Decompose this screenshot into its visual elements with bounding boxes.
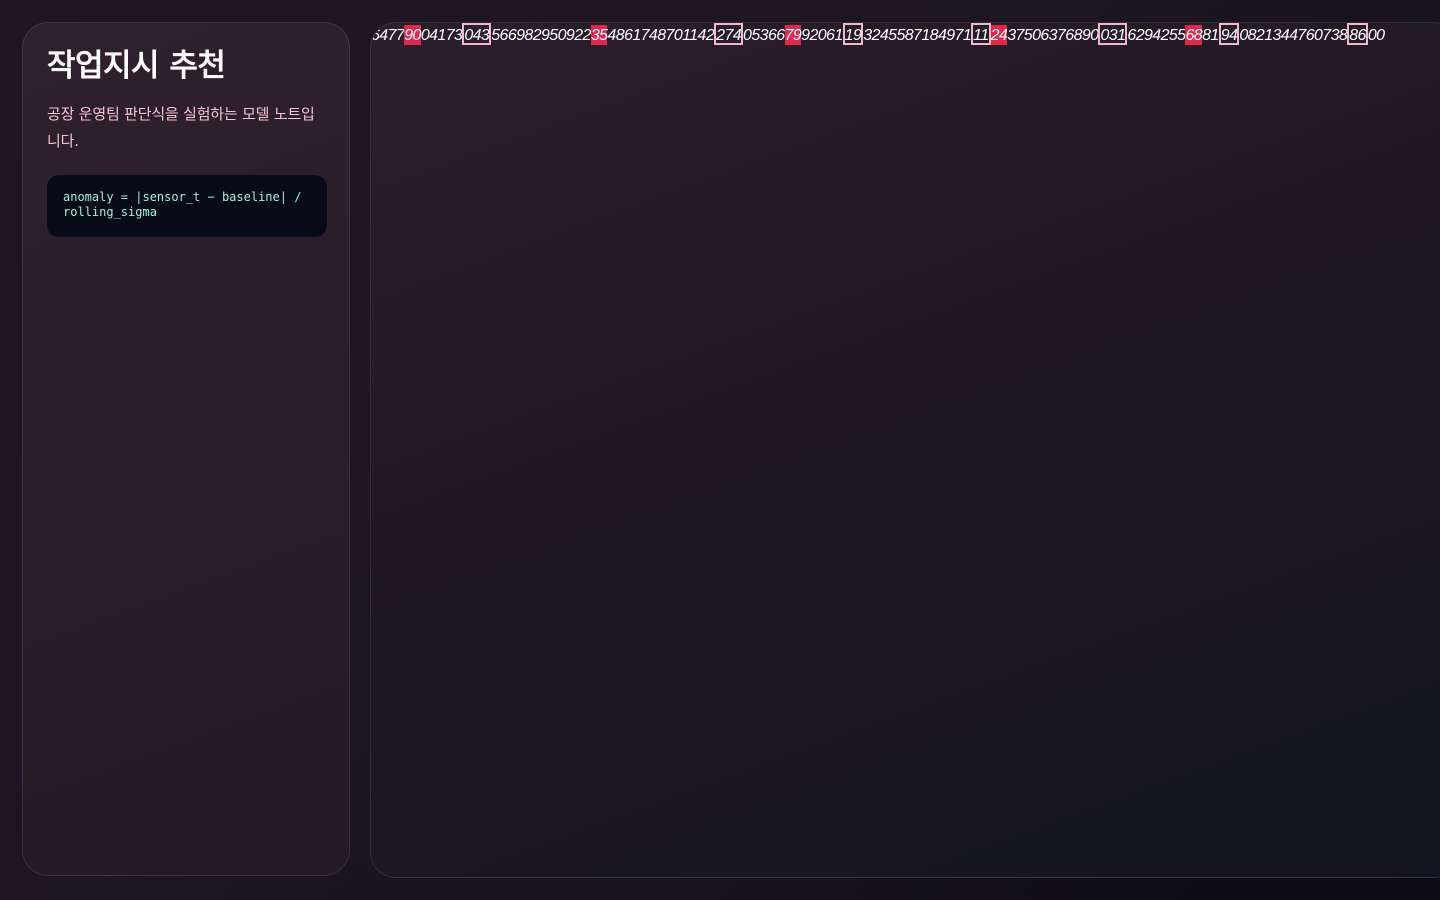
digit-highlight-red: 79 (784, 25, 802, 45)
digit-run: 92061 (801, 27, 843, 44)
digit-run: 3245587184971 (863, 27, 972, 44)
digit-run: 04173 (420, 27, 463, 44)
digit-highlight-box: 86 (1347, 23, 1368, 45)
digit-run: 37506376890 (1007, 27, 1099, 44)
digit-run: 4861748701142 (607, 27, 715, 44)
page-title: 작업지시 추천 (47, 48, 226, 84)
page-description: 공장 운영팀 판단식을 실험하는 모델 노트입니다. (47, 105, 315, 150)
sidebar-panel: 작업지시 추천 공장 운영팀 판단식을 실험하는 모델 노트입니다. anoma… (22, 22, 350, 876)
digit-run: 00 (1367, 27, 1385, 44)
digit-highlight-red: 35 (590, 25, 608, 45)
digit-run: 05366 (743, 27, 785, 44)
digit-highlight-box: 94 (1218, 23, 1240, 45)
digit-run: 6294255 (1127, 27, 1186, 44)
formula-code-block: anomaly = |sensor_t − baseline| / rollin… (47, 175, 327, 237)
digit-highlight-box: 11 (971, 23, 991, 45)
digit-highlight-red: 90 (404, 25, 421, 45)
main-panel: 64779004173 043 56698295092235486174870114… (370, 22, 1440, 878)
digit-run: 81 (1202, 27, 1219, 44)
digit-run: 6477 (371, 27, 405, 44)
digit-sequence-strip: 64779004173 043 56698295092235486174870114… (371, 23, 1440, 45)
digit-run: 22 (574, 27, 591, 44)
digit-run: 5669829509 (491, 27, 575, 44)
digit-highlight-red: 68 (1185, 25, 1203, 45)
digit-highlight-box: 19 (842, 23, 864, 45)
digit-highlight-red: 24 (990, 25, 1008, 45)
digit-highlight-box: 043 (462, 23, 492, 45)
digit-highlight-box: 274 (714, 23, 744, 45)
digit-highlight-box: 031 (1098, 23, 1128, 45)
digit-run: 0821344760738 (1239, 27, 1348, 44)
